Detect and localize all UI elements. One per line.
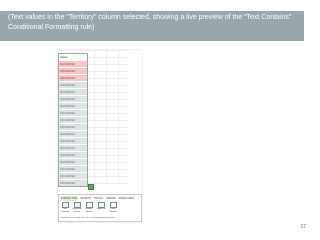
table-row[interactable]: 10/10/2012 bbox=[59, 130, 87, 137]
quick-analysis-options: Text Contains Duplicate Values Unique Valu… bbox=[60, 202, 140, 217]
option-label: Text Contains bbox=[60, 208, 70, 213]
table-row[interactable]: 10/10/2012 bbox=[59, 88, 87, 95]
tab-totals[interactable]: TOTALS bbox=[93, 196, 105, 201]
text-contains-button[interactable]: Text Contains bbox=[60, 202, 70, 217]
table-row[interactable]: 10/10/2012 bbox=[59, 165, 87, 172]
tab-formatting[interactable]: FORMATTING bbox=[60, 196, 79, 201]
slide: (Text values in the “Territory” column s… bbox=[0, 0, 320, 240]
table-row[interactable]: 10/10/2012 bbox=[59, 102, 87, 109]
highlighted-cell[interactable]: 10/10/2012 bbox=[59, 60, 87, 67]
tab-charts[interactable]: CHARTS bbox=[79, 196, 91, 201]
tab-tables[interactable]: TABLES bbox=[105, 196, 116, 201]
duplicate-values-button[interactable]: Duplicate Values bbox=[72, 202, 82, 217]
clear-format-button[interactable]: Clear Format bbox=[108, 202, 118, 217]
table-row[interactable]: 10/10/2012 bbox=[59, 158, 87, 165]
table-row[interactable]: 10/10/2012 bbox=[59, 172, 87, 179]
selected-column[interactable]: Sales 10/10/2012 10/10/2012 10/10/2012 10/1… bbox=[58, 53, 88, 187]
table-row[interactable]: 10/10/2012 bbox=[59, 81, 87, 88]
option-label: Clear Format bbox=[109, 208, 117, 213]
quick-analysis-hint: Conditional Formatting uses rules to hig… bbox=[60, 217, 115, 219]
caption-text: (Text values in the “Territory” column s… bbox=[8, 14, 292, 31]
highlighted-cell[interactable]: 10/10/2012 bbox=[59, 74, 87, 81]
highlighted-cell[interactable]: 10/10/2012 bbox=[59, 67, 87, 74]
option-label: Unique Values bbox=[85, 208, 93, 213]
table-row[interactable]: 10/10/2012 bbox=[59, 95, 87, 102]
table-row[interactable]: 10/10/2012 bbox=[59, 144, 87, 151]
table-row[interactable]: 10/10/2012 bbox=[59, 179, 87, 186]
tab-sparklines[interactable]: SPARKLINES bbox=[117, 196, 135, 201]
table-row[interactable]: 10/10/2012 bbox=[59, 123, 87, 130]
table-row[interactable]: 10/10/2012 bbox=[59, 116, 87, 123]
table-row[interactable]: 10/10/2012 bbox=[59, 151, 87, 158]
page-number: 17 bbox=[300, 224, 306, 230]
table-row[interactable]: 10/10/2012 bbox=[59, 109, 87, 116]
option-label: Equal To bbox=[96, 208, 106, 210]
quick-analysis-button[interactable] bbox=[88, 184, 94, 190]
option-label: Duplicate Values bbox=[72, 208, 82, 213]
table-row[interactable]: 10/10/2012 bbox=[59, 137, 87, 144]
quick-analysis-tabs: FORMATTING CHARTS TOTALS TABLES SPARKLINES bbox=[60, 196, 140, 201]
excel-screenshot: Sales 10/10/2012 10/10/2012 10/10/2012 10/1… bbox=[58, 50, 142, 222]
caption-banner: (Text values in the “Territory” column s… bbox=[0, 11, 304, 41]
unique-values-button[interactable]: Unique Values bbox=[84, 202, 94, 217]
quick-analysis-panel: FORMATTING CHARTS TOTALS TABLES SPARKLINES T… bbox=[58, 194, 142, 222]
equal-to-button[interactable]: Equal To bbox=[96, 202, 106, 217]
